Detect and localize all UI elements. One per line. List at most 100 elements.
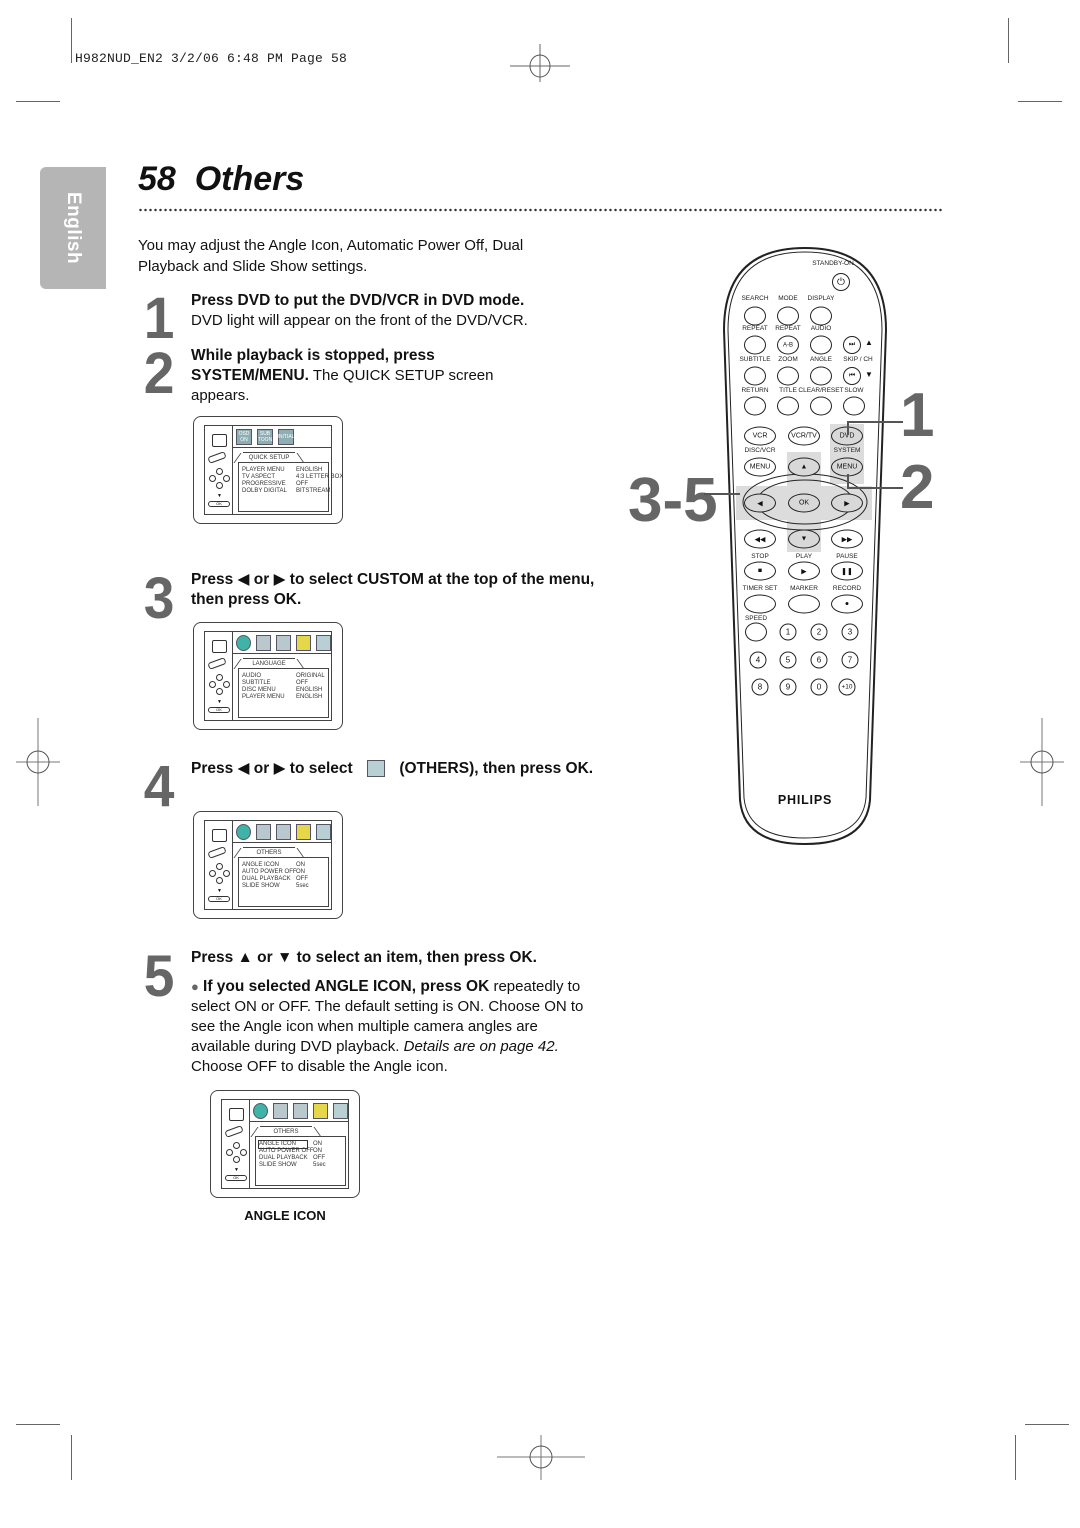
page-title: 58 Others: [138, 160, 305, 198]
remote-icon: [207, 657, 227, 670]
slow-button[interactable]: [843, 396, 865, 416]
down-button[interactable]: ▼: [788, 529, 820, 549]
number-button[interactable]: 8: [751, 678, 769, 696]
display-icon: [273, 1102, 288, 1119]
vcr-tv-button[interactable]: VCR/TV: [788, 426, 820, 446]
brand-logo: PHILIPS: [777, 793, 833, 807]
speed-button[interactable]: [745, 622, 767, 642]
search-label: SEARCH: [741, 295, 769, 302]
number-button[interactable]: 4: [749, 651, 767, 669]
registration-mark-icon: [1020, 718, 1064, 806]
setting-value: OFF: [296, 876, 308, 882]
display-button[interactable]: [810, 306, 832, 326]
number-button[interactable]: 7: [841, 651, 859, 669]
setting-row: AUTO POWER OFF ON: [259, 1148, 326, 1155]
disc-vcr-label: DISC/VCR: [744, 447, 776, 454]
plus-ten-button[interactable]: +10: [838, 678, 856, 696]
setting-row: AUTO POWER OFF ON: [242, 869, 309, 876]
setting-row: DUAL PLAYBACK OFF: [259, 1155, 326, 1162]
repeat-ab-label: REPEAT: [775, 325, 801, 332]
record-label: RECORD: [832, 585, 862, 592]
registration-mark-icon: [510, 44, 570, 82]
number-button[interactable]: 1: [779, 623, 797, 641]
left-button[interactable]: ◀: [744, 493, 776, 513]
setting-row: ANGLE ICON ON: [258, 1140, 326, 1149]
repeat-label: REPEAT: [742, 325, 768, 332]
audio-icon: [276, 634, 291, 651]
bullet-heading: If you selected ANGLE ICON, press OK: [203, 978, 490, 995]
parental-lock-icon: [296, 634, 311, 651]
return-button[interactable]: [744, 396, 766, 416]
number-button[interactable]: 6: [810, 651, 828, 669]
disc-menu-button[interactable]: MENU: [744, 457, 776, 477]
number-button[interactable]: 9: [779, 678, 797, 696]
up-button[interactable]: ▲: [788, 457, 820, 477]
return-label: RETURN: [741, 387, 769, 394]
channel-down-icon: ▼: [865, 370, 873, 379]
setting-value: ORIGINAL: [296, 673, 325, 679]
setting-name: DUAL PLAYBACK: [242, 876, 291, 882]
quick-setup-screen: ▼ OK OSD ON SUB TOON INITIAL QUICK SETUP…: [193, 416, 343, 524]
dpad-icon: [209, 468, 231, 490]
language-globe-icon: [236, 634, 251, 651]
ok-button[interactable]: OK: [788, 493, 820, 513]
clear-reset-button[interactable]: [810, 396, 832, 416]
skip-next-icon: ⏭: [848, 341, 856, 348]
repeat-ab-button[interactable]: A-B: [777, 335, 799, 355]
number-button[interactable]: 5: [779, 651, 797, 669]
number-button[interactable]: 3: [841, 623, 859, 641]
language-globe-icon: [253, 1102, 268, 1119]
stop-button[interactable]: ■: [744, 561, 776, 581]
bullet-reference: Details are on page 42.: [403, 1038, 559, 1055]
setting-name: AUDIO: [242, 673, 262, 679]
stop-icon: ■: [757, 567, 763, 575]
subtitle-button[interactable]: [744, 366, 766, 386]
timer-set-button[interactable]: [744, 594, 776, 614]
audio-button[interactable]: [810, 335, 832, 355]
clear-reset-label: CLEAR/RESET: [798, 387, 844, 394]
ok-icon: OK: [225, 1175, 247, 1181]
angle-button[interactable]: [810, 366, 832, 386]
title-button[interactable]: [777, 396, 799, 416]
title-label: TITLE: [779, 387, 797, 394]
power-button[interactable]: ⏻: [832, 273, 850, 291]
skip-next-button[interactable]: ⏭: [843, 336, 861, 354]
dpad-icon: [226, 1142, 248, 1164]
step-4-text-b: (OTHERS), then press OK.: [399, 760, 594, 777]
ok-icon: OK: [208, 896, 230, 902]
crop-mark: [71, 1435, 72, 1480]
fast-forward-button[interactable]: ▶▶: [831, 529, 863, 549]
vcr-button[interactable]: VCR: [744, 426, 776, 446]
up-arrow-icon: ▲: [800, 463, 808, 471]
step-5-instruction: Press ▲ or ▼ to select an item, then pre…: [191, 949, 537, 966]
others-icon: [333, 1102, 348, 1119]
right-button[interactable]: ▶: [831, 493, 863, 513]
setting-row: SLIDE SHOW 5sec: [242, 883, 309, 890]
setting-value: ON: [296, 869, 305, 875]
subtitle-label: SUBTITLE: [739, 356, 771, 363]
panel-tab: OTHERS: [243, 847, 295, 857]
setting-row: PLAYER MENU ENGLISH: [242, 467, 343, 474]
osd-icon: OSD ON: [236, 428, 252, 445]
marker-button[interactable]: [788, 594, 820, 614]
callout-step-3-5: 3-5: [628, 466, 718, 535]
standby-label: STANDBY-ON: [812, 260, 854, 267]
rewind-button[interactable]: ◀◀: [744, 529, 776, 549]
number-button[interactable]: 0: [810, 678, 828, 696]
setting-row: SLIDE SHOW 5sec: [259, 1162, 326, 1169]
step-4-instruction: Press ◀ or ▶ to select (OTHERS), then pr…: [191, 759, 601, 779]
setting-row: DUAL PLAYBACK OFF: [242, 876, 309, 883]
record-button[interactable]: ●: [831, 594, 863, 614]
play-button[interactable]: ▶: [788, 561, 820, 581]
step-number: 4: [143, 754, 175, 819]
pause-button[interactable]: ❚❚: [831, 561, 863, 581]
repeat-button[interactable]: [744, 335, 766, 355]
language-tab-label: English: [63, 191, 84, 265]
display-icon: [256, 634, 271, 651]
zoom-button[interactable]: [777, 366, 799, 386]
mode-button[interactable]: [777, 306, 799, 326]
number-button[interactable]: 2: [810, 623, 828, 641]
setting-value: ON: [296, 862, 305, 868]
skip-prev-button[interactable]: ⏮: [843, 367, 861, 385]
search-button[interactable]: [744, 306, 766, 326]
